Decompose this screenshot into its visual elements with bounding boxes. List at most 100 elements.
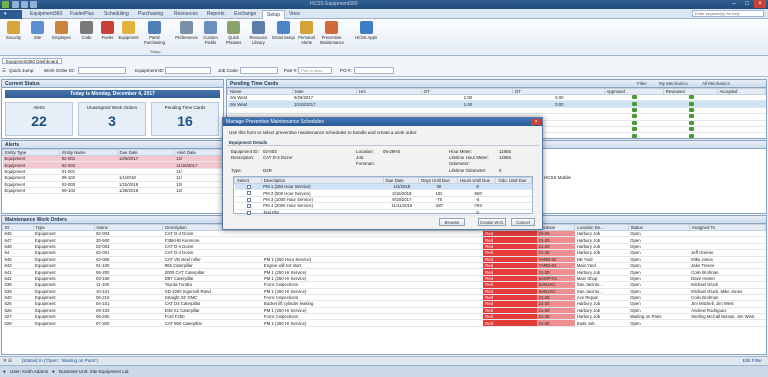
ribbon-button-email[interactable]: Email Setup — [272, 21, 295, 47]
equipment-input[interactable] — [165, 67, 211, 74]
pm-schedule-row[interactable]: Test PM 0 — [234, 209, 532, 216]
quick-phrases-icon — [227, 21, 240, 34]
ribbon-button-security[interactable]: Security — [2, 21, 25, 47]
thumbs-up-icon[interactable] — [632, 133, 638, 138]
ribbon-button-alert[interactable]: Personal Alerts — [295, 21, 318, 47]
ribbon-button-label: Resource Library — [249, 35, 268, 45]
description-value: CAT D-4 Dozer — [263, 155, 293, 160]
ribbon-button-maintenance[interactable]: Preventive Maintenance — [320, 21, 344, 47]
select-checkbox[interactable] — [246, 185, 251, 189]
ribbon-button-equipment[interactable]: Equipment — [117, 21, 140, 47]
pending-time-cards-tile[interactable]: Pending Time Cards 16 — [151, 102, 219, 136]
equipment-id-value: 02-003 — [263, 149, 277, 154]
tab-exchange[interactable]: Exchange — [230, 10, 260, 19]
thumbs-up-icon[interactable] — [632, 107, 638, 112]
alerts-grid: Entity Type Entity Name Due Date Alert Date… — [1, 149, 233, 195]
save-icon[interactable] — [12, 1, 19, 8]
thumbs-up-icon[interactable] — [632, 127, 638, 132]
create-work-order-button[interactable]: Create W.O. — [478, 218, 506, 226]
maximize-button[interactable]: □ — [741, 0, 753, 8]
thumbs-up-icon[interactable] — [688, 120, 694, 125]
thumbs-up-icon[interactable] — [688, 101, 694, 106]
all-mechanics-button[interactable]: All Mechanics — [702, 81, 730, 86]
ribbon-button-employee[interactable]: Employee — [50, 21, 73, 47]
po-label: PO #: — [340, 68, 352, 73]
thumbs-up-icon[interactable] — [688, 114, 694, 119]
table-cell — [383, 209, 419, 216]
work-order-input[interactable] — [78, 67, 126, 74]
tab-setup[interactable]: Setup — [262, 10, 286, 19]
tab-reports[interactable]: Reports — [203, 10, 229, 19]
po-input[interactable] — [354, 67, 394, 74]
hour-meter-label: Hour Meter: — [449, 149, 473, 154]
edit-filter-button[interactable]: Edit Filter — [743, 357, 762, 365]
help-search-input[interactable]: Enter keyword(s) for help — [692, 10, 764, 17]
ribbon-button-label: Fueler — [101, 35, 114, 40]
thumbs-up-icon[interactable] — [688, 133, 694, 138]
hour-meter-value: 11955 — [499, 149, 511, 154]
my-mechanics-button[interactable]: My Mechanics — [659, 81, 688, 86]
browse-button[interactable]: Browse — [439, 218, 465, 226]
ribbon-button-library[interactable]: Resource Library — [247, 21, 270, 47]
priority-cell: Red — [483, 319, 537, 327]
pending-tile-label: Pending Time Cards — [164, 105, 206, 110]
ribbon-button-parts[interactable]: Parts/ Purchasing — [143, 21, 166, 47]
minimize-button[interactable]: – — [728, 0, 740, 8]
table-cell: PM 1 (250 Hr Service) — [261, 319, 484, 327]
current-status-title: Current Status — [2, 80, 223, 88]
tab-equipment360[interactable]: Equipment360 — [26, 10, 66, 19]
select-checkbox[interactable] — [246, 210, 251, 215]
thumbs-up-icon[interactable] — [632, 120, 638, 125]
column-header[interactable]: Hours Until Due — [456, 177, 497, 184]
file-menu-button[interactable]: ▾ — [0, 10, 22, 19]
email-icon — [277, 21, 290, 34]
lifetime-odometer-label: Lifetime Odometer: — [449, 168, 487, 173]
ribbon-button-site[interactable]: Site — [26, 21, 49, 47]
tab-scheduling[interactable]: Scheduling — [100, 10, 133, 19]
close-filter-icon[interactable]: ✕ ☑ — [3, 357, 12, 365]
thumbs-up-icon[interactable] — [632, 101, 638, 106]
odometer-label: Odometer: — [449, 161, 470, 166]
filter-button[interactable]: Filter — [637, 81, 647, 86]
cancel-button[interactable]: Cancel — [511, 218, 535, 226]
ribbon-button-quick-phrases[interactable]: Quick Phrases — [222, 21, 245, 47]
thumbs-up-icon[interactable] — [632, 114, 638, 119]
status-area: ✕ ☑ [Status] In ('Open', 'Waiting on Par… — [0, 356, 768, 377]
ribbon-button-code[interactable]: Code — [75, 21, 98, 47]
ribbon-group-label: Setup — [150, 49, 161, 54]
fueler-icon — [101, 21, 114, 34]
table-row[interactable]: 628 Equipment 07-300 CAT 950 Caterpillar PM … — [2, 319, 766, 327]
ribbon-button-apps[interactable]: HCSS Apps — [352, 21, 380, 47]
ribbon-button-custom-fields[interactable]: Custom Fields — [199, 21, 222, 47]
thumbs-up-icon[interactable] — [688, 95, 694, 100]
table-cell — [717, 132, 766, 140]
job-code-input[interactable] — [240, 67, 278, 74]
tab-fuelerplus[interactable]: FuelerPlus — [66, 10, 98, 19]
alerts-tile[interactable]: Alerts 22 — [5, 102, 73, 136]
dialog-close-button[interactable]: × — [531, 119, 541, 125]
active-filter-text[interactable]: [Status] In ('Open', 'Waiting on Parts') — [22, 357, 98, 365]
thumbs-up-icon[interactable] — [688, 107, 694, 112]
ribbon-button-preferences[interactable]: Preferences — [175, 21, 198, 47]
redo-icon[interactable] — [30, 1, 37, 8]
table-row[interactable]: Equipment 09-102 1/28/2018 12/ — [2, 187, 232, 195]
select-checkbox[interactable] — [246, 204, 251, 208]
preventive-maintenance-dialog: Manage Preventive Maintenance Schedules … — [222, 117, 543, 230]
thumbs-up-icon[interactable] — [688, 127, 694, 132]
column-header[interactable]: Odo. Until Due — [495, 177, 532, 184]
tab-purchasing[interactable]: Purchasing — [134, 10, 167, 19]
quick-jump-menu-icon[interactable]: ☰ — [2, 68, 6, 74]
select-checkbox[interactable] — [246, 197, 251, 202]
unassigned-work-orders-tile[interactable]: Unassigned Work Orders 3 — [78, 102, 146, 136]
select-checkbox[interactable] — [246, 191, 251, 196]
close-button[interactable]: × — [754, 0, 766, 8]
part-input[interactable]: Part or alias — [298, 67, 332, 74]
table-cell — [495, 209, 532, 216]
code-icon — [80, 21, 93, 34]
document-tab[interactable]: Equipment360 Dashboard — [2, 58, 63, 64]
thumbs-up-icon[interactable] — [632, 95, 638, 100]
undo-icon[interactable] — [21, 1, 28, 8]
tab-resources[interactable]: Resources — [170, 10, 202, 19]
tab-view[interactable]: View — [285, 10, 304, 19]
ribbon-button-fueler[interactable]: Fueler — [96, 21, 119, 47]
